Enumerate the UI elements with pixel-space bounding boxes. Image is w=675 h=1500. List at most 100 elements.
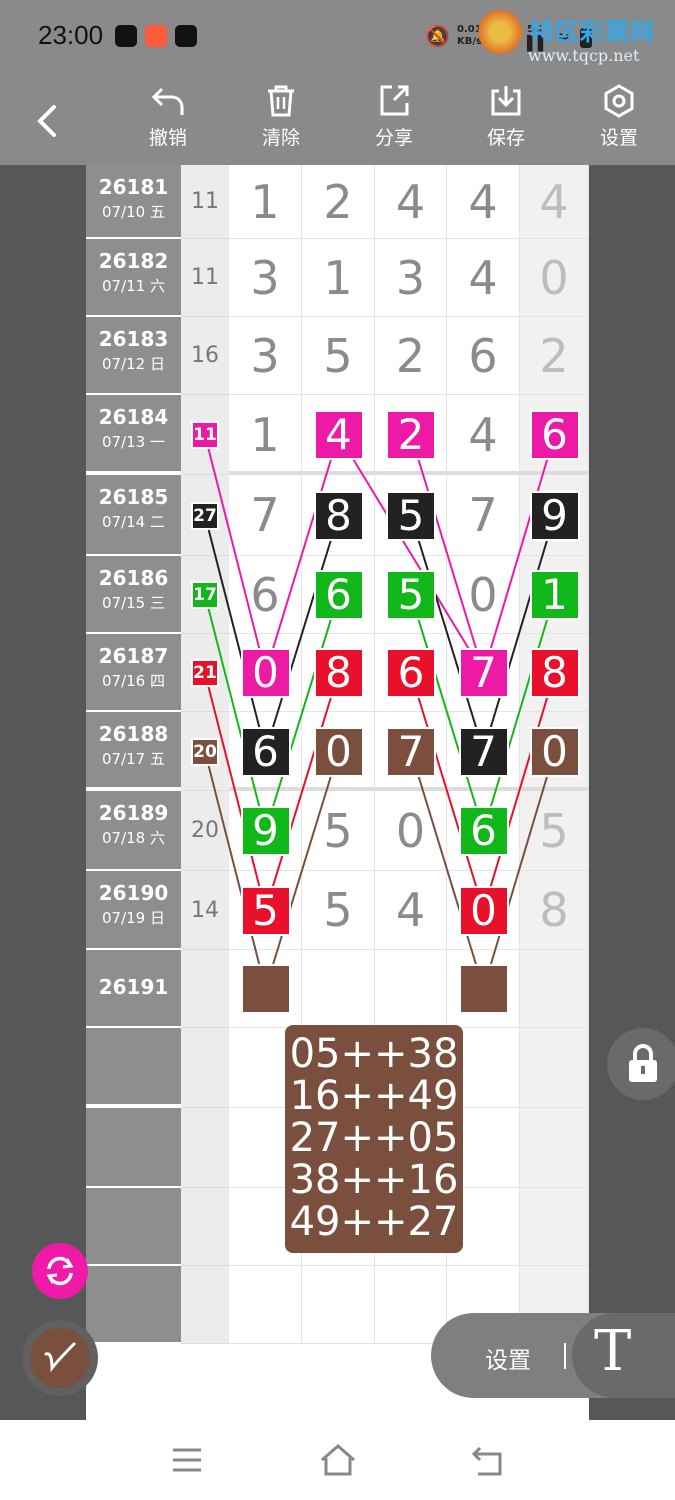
text-tool-button[interactable]: T — [572, 1313, 675, 1398]
home-icon[interactable] — [316, 1440, 360, 1480]
period-id: 26182 — [98, 249, 169, 273]
digit-cell[interactable]: 4 — [375, 165, 447, 239]
digit-cell[interactable]: 1 — [229, 395, 302, 475]
refresh-button[interactable] — [32, 1243, 88, 1299]
digit-highlight[interactable]: 6 — [313, 570, 364, 620]
formula-line: 27++05 — [289, 1115, 459, 1161]
extra-digit-cell[interactable] — [520, 1188, 589, 1266]
save-button[interactable]: 保存 — [466, 83, 546, 163]
digit-highlight[interactable]: 8 — [529, 648, 580, 698]
digit-cell[interactable] — [302, 950, 375, 1028]
period-cell: 26188 07/17 五 — [86, 712, 181, 791]
period-id: 26181 — [98, 175, 169, 199]
digit-highlight[interactable]: 7 — [458, 648, 509, 698]
digit-cell[interactable]: 5 — [302, 871, 375, 950]
digit-cell[interactable]: 2 — [302, 165, 375, 239]
digit-highlight[interactable]: 5 — [240, 885, 291, 936]
digit-cell[interactable]: 3 — [375, 239, 447, 317]
period-id: 26184 — [98, 405, 169, 429]
back-nav-icon[interactable] — [468, 1440, 508, 1480]
digit-cell[interactable]: 1 — [302, 239, 375, 317]
digit-cell[interactable]: 2 — [375, 317, 447, 395]
extra-digit-cell[interactable] — [520, 1028, 589, 1108]
extra-digit-cell[interactable]: 4 — [520, 165, 589, 239]
digit-highlight[interactable]: 5 — [386, 570, 436, 620]
digit-cell[interactable]: 0 — [447, 556, 520, 634]
digit-highlight[interactable]: 7 — [458, 726, 509, 777]
digit-highlight[interactable]: 0 — [240, 648, 291, 698]
digit-highlight[interactable]: 1 — [529, 570, 580, 620]
mute-icon: 🔕 — [425, 24, 450, 48]
watermark-title: 特区彩票网 — [530, 18, 655, 46]
digit-highlight[interactable]: 7 — [386, 726, 436, 777]
digit-highlight[interactable]: 5 — [386, 490, 436, 541]
sum-cell: 11 — [181, 239, 229, 317]
period-id: 26191 — [98, 975, 169, 999]
digit-cell[interactable]: 4 — [447, 395, 520, 475]
formula-line: 16++49 — [289, 1073, 459, 1119]
digit-cell[interactable]: 5 — [302, 317, 375, 395]
extra-digit-cell[interactable]: 8 — [520, 871, 589, 950]
period-id: 26183 — [98, 327, 169, 351]
extra-digit-cell[interactable] — [520, 1108, 589, 1188]
digit-highlight[interactable]: 0 — [458, 885, 509, 936]
digit-cell[interactable]: 6 — [447, 317, 520, 395]
sum-highlight[interactable]: 27 — [191, 501, 219, 530]
digit-cell[interactable]: 1 — [229, 165, 302, 239]
digit-cell[interactable]: 4 — [447, 239, 520, 317]
digit-highlight[interactable] — [458, 964, 509, 1014]
digit-cell[interactable]: 7 — [447, 475, 520, 556]
digit-cell[interactable] — [375, 1266, 447, 1344]
period-cell: 26182 07/11 六 — [86, 239, 181, 317]
digit-highlight[interactable]: 9 — [240, 806, 291, 856]
lock-button[interactable] — [607, 1028, 675, 1100]
digit-highlight[interactable]: 8 — [313, 648, 364, 698]
digit-highlight[interactable]: 8 — [313, 490, 364, 541]
digit-cell[interactable]: 3 — [229, 317, 302, 395]
settings-button[interactable]: 设置 — [579, 83, 659, 163]
digit-highlight[interactable]: 6 — [386, 648, 436, 698]
period-cell: 26186 07/15 三 — [86, 556, 181, 634]
digit-highlight[interactable]: 6 — [529, 410, 580, 460]
digit-cell[interactable] — [375, 950, 447, 1028]
extra-digit-cell[interactable] — [520, 950, 589, 1028]
undo-button[interactable]: 撤销 — [128, 83, 208, 163]
digit-cell[interactable]: 4 — [447, 165, 520, 239]
sum-cell: 20 — [181, 791, 229, 871]
sum-highlight[interactable]: 17 — [191, 581, 219, 609]
extra-digit-cell[interactable]: 0 — [520, 239, 589, 317]
menu-icon[interactable] — [167, 1440, 207, 1480]
digit-cell[interactable] — [229, 1266, 302, 1344]
digit-cell[interactable] — [302, 1266, 375, 1344]
extra-digit-cell[interactable]: 2 — [520, 317, 589, 395]
digit-cell[interactable]: 0 — [375, 791, 447, 871]
clear-button[interactable]: 清除 — [241, 83, 321, 163]
share-button[interactable]: 分享 — [354, 83, 434, 163]
digit-highlight[interactable]: 0 — [529, 726, 580, 777]
digit-cell[interactable]: 6 — [229, 556, 302, 634]
digit-cell[interactable]: 4 — [375, 871, 447, 950]
formula-box[interactable]: 05++38 16++49 27++05 38++16 49++27 — [285, 1025, 463, 1253]
settings-label: 设置 — [599, 127, 638, 149]
sum-highlight[interactable]: 21 — [191, 659, 219, 687]
chevron-left-icon — [37, 105, 56, 137]
digit-highlight[interactable]: 6 — [458, 806, 509, 856]
digit-highlight[interactable] — [240, 964, 291, 1014]
digit-cell[interactable]: 5 — [302, 791, 375, 871]
digit-cell[interactable]: 3 — [229, 239, 302, 317]
bottom-settings-label[interactable]: 设置 — [485, 1341, 531, 1375]
toolbar: 撤销 清除 分享 保存 设置 — [0, 75, 675, 165]
sum-highlight[interactable]: 11 — [191, 421, 219, 449]
digit-highlight[interactable]: 9 — [529, 490, 580, 541]
digit-highlight[interactable]: 0 — [313, 726, 364, 777]
back-button[interactable] — [28, 95, 68, 145]
right-gutter — [589, 165, 675, 1420]
digit-highlight[interactable]: 6 — [240, 726, 291, 777]
pen-button[interactable] — [22, 1320, 98, 1396]
digit-highlight[interactable]: 4 — [313, 410, 364, 460]
sum-cell — [181, 1028, 229, 1108]
extra-digit-cell[interactable]: 5 — [520, 791, 589, 871]
digit-highlight[interactable]: 2 — [386, 410, 436, 460]
sum-highlight[interactable]: 20 — [191, 737, 219, 766]
digit-cell[interactable]: 7 — [229, 475, 302, 556]
